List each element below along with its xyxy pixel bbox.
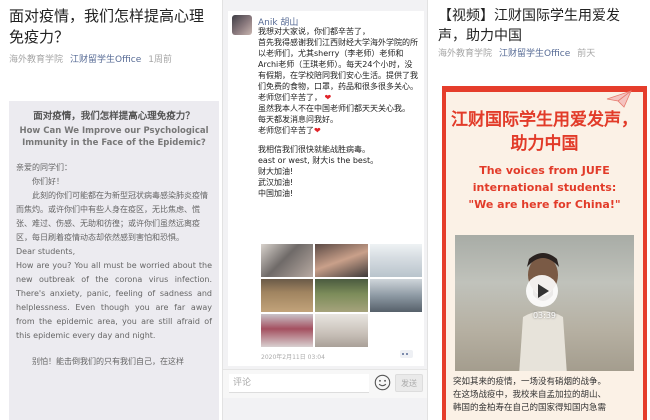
post-line-text: 老师您们辛苦了， (258, 93, 322, 102)
photo-thumbnail[interactable] (315, 279, 368, 312)
poster: 江财国际学生用爱发声，助力中国 The voices from JUFE int… (442, 86, 647, 420)
article-source-link[interactable]: 江财留学生Office (70, 55, 141, 65)
photo-thumbnail[interactable] (315, 314, 368, 347)
moments-post: Anik 胡山 我想对大家说，你们都辛苦了， 首先我得感谢我们江西财经大学海外学… (228, 11, 424, 366)
article-heading-zh: 面对疫情，我们怎样提高心理免疫力？ (33, 111, 195, 122)
video-person-image (519, 253, 567, 371)
article-panel-right: 【视频】江财国际学生用爱发声，助力中国 海外教育学院 江财留学生Office 前天 … (427, 0, 650, 420)
greeting-zh: 亲爱的同学们： (16, 163, 72, 172)
article-time: 1周前 (148, 55, 173, 65)
more-icon[interactable] (400, 350, 413, 358)
post-line: 虽然我本人不在中国老师们都天天关心我。 (258, 104, 410, 113)
paragraph-zh-2: 别怕！能击倒我们的只有我们自己，在这样 (32, 357, 184, 366)
paragraph-en: How are you? You all must be worried abo… (16, 261, 212, 340)
photo-grid (261, 244, 422, 347)
post-line: 老师您们辛苦了❤ (258, 125, 418, 136)
heart-icon: ❤ (324, 93, 332, 102)
article-panel-left: 面对疫情，我们怎样提高心理免疫力？ 海外教育学院 江财留学生Office 1周前 面… (0, 0, 222, 420)
post-line-text: 老师您们辛苦了 (258, 126, 314, 135)
intro-line: 突如其来的疫情，一场没有硝烟的战争。 (453, 377, 607, 387)
post-text: 我想对大家说，你们都辛苦了， 首先我得感谢我们江西财经大学海外学院的所以老师们，… (258, 26, 418, 199)
photo-thumbnail[interactable] (261, 314, 314, 347)
play-icon[interactable] (526, 275, 558, 307)
post-line: 武汉加油! (258, 178, 294, 187)
post-line: east or west, 财大is the best。 (258, 156, 379, 165)
avatar[interactable] (232, 15, 252, 35)
poster-subtitle-line: international students: (472, 181, 617, 194)
paragraph-zh: 此刻的你们可能都在为新型冠状病毒感染肺炎疫情而焦灼。或许你们中有些人身在疫区，无… (16, 191, 208, 242)
photo-thumbnail[interactable] (261, 279, 314, 312)
greeting-en: Dear students, (16, 247, 76, 256)
article-intro-text: 突如其来的疫情，一场没有硝烟的战争。 在这场战疫中，我校来自孟加拉的胡山、 韩国… (453, 376, 637, 415)
article-title[interactable]: 【视频】江财国际学生用爱发声，助力中国 (438, 6, 644, 46)
moments-panel: Anik 胡山 我想对大家说，你们都辛苦了， 首先我得感谢我们江西财经大学海外学… (222, 0, 428, 420)
article-title[interactable]: 面对疫情，我们怎样提高心理免疫力？ (9, 6, 214, 48)
article-heading-en: How Can We Improve our Psychological Imm… (19, 126, 209, 148)
video-player[interactable]: 03:39 (455, 235, 634, 371)
poster-subtitle-line: "We are here for China!" (468, 198, 621, 211)
article-text: 亲爱的同学们： 你们好！ 此刻的你们可能都在为新型冠状病毒感染肺炎疫情而焦灼。或… (16, 161, 212, 369)
post-line: 首先我得感谢我们江西财经大学海外学院的所以老师们，尤其sherry（李老师）老师… (258, 38, 418, 91)
emoji-icon[interactable] (374, 374, 391, 391)
post-line: 我相信我们很快就能战胜病毒。 (258, 145, 370, 154)
photo-thumbnail[interactable] (369, 244, 422, 277)
post-line: 中国加油! (258, 189, 294, 198)
video-duration: 03:39 (532, 311, 557, 320)
post-line: 老师您们辛苦了， ❤ (258, 92, 418, 103)
comment-bar: 发送 (223, 369, 428, 398)
article-author: 海外教育学院 (9, 55, 64, 65)
hello-zh: 你们好！ (32, 177, 64, 186)
paper-plane-icon (606, 90, 632, 108)
post-line: 财大加油! (258, 167, 294, 176)
intro-line: 在这场战疫中，我校来自孟加拉的胡山、 (453, 390, 607, 400)
send-button[interactable]: 发送 (395, 374, 423, 392)
poster-subtitle-line: The voices from JUFE (479, 164, 610, 177)
article-source-link[interactable]: 江财留学生Office (499, 49, 570, 59)
post-timestamp: 2020年2月11日 03:04 (261, 354, 325, 361)
post-line: 每天都发消息问我好。 (258, 115, 338, 124)
photo-thumbnail[interactable] (369, 279, 422, 312)
poster-subtitle-en: The voices from JUFE international stude… (446, 162, 643, 213)
photo-thumbnail[interactable] (315, 244, 368, 277)
post-line: 我想对大家说，你们都辛苦了， (258, 27, 370, 36)
comment-input[interactable] (229, 374, 369, 393)
poster-title-zh: 江财国际学生用爱发声，助力中国 (451, 110, 638, 154)
article-meta: 海外教育学院 江财留学生Office 前天 (438, 46, 595, 59)
article-time: 前天 (577, 49, 596, 59)
article-author: 海外教育学院 (438, 49, 493, 59)
intro-line: 韩国的金柏寿在自己的国家得知国内急需 (453, 403, 607, 413)
article-body: 面对疫情，我们怎样提高心理免疫力？ How Can We Improve our… (9, 101, 219, 420)
article-meta: 海外教育学院 江财留学生Office 1周前 (9, 52, 172, 65)
heart-icon: ❤ (314, 126, 321, 135)
photo-thumbnail[interactable] (261, 244, 314, 277)
